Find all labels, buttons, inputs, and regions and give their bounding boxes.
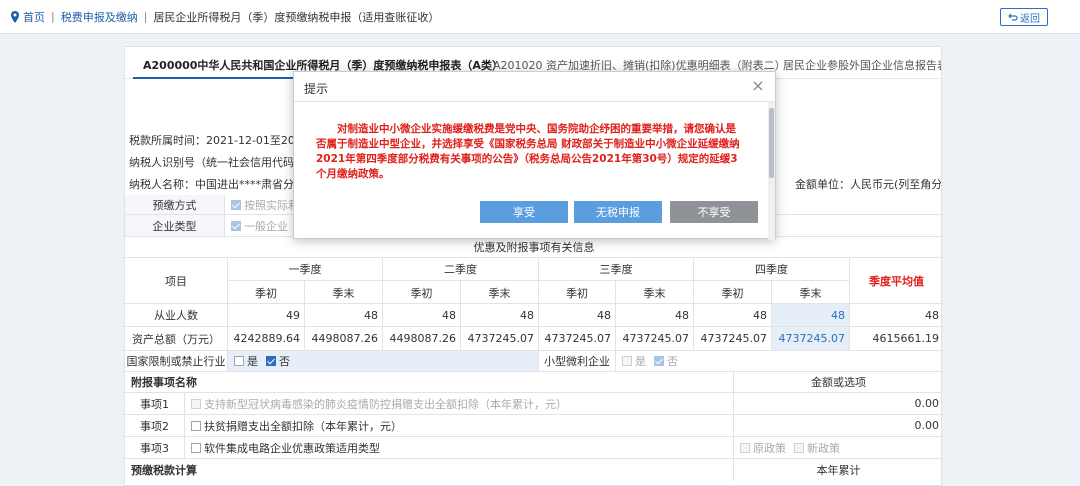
dialog-scrollbar[interactable]	[768, 102, 775, 240]
dialog-message: 对制造业中小微企业实施缓缴税费是党中央、国务院助企纾困的重要举措，请您确认是否属…	[316, 123, 740, 180]
no-tax-declaration-button[interactable]: 无税申报	[574, 201, 662, 223]
not-enjoy-button[interactable]: 不享受	[670, 201, 758, 223]
enjoy-button[interactable]: 享受	[480, 201, 568, 223]
dialog-scroll-thumb[interactable]	[769, 108, 774, 178]
dialog-title: 提示	[304, 82, 329, 96]
dialog-header: 提示 ×	[294, 72, 775, 102]
prompt-dialog: 提示 × 对制造业中小微企业实施缓缴税费是党中央、国务院助企纾困的重要举措，请您…	[293, 71, 776, 240]
close-icon[interactable]: ×	[749, 77, 767, 95]
